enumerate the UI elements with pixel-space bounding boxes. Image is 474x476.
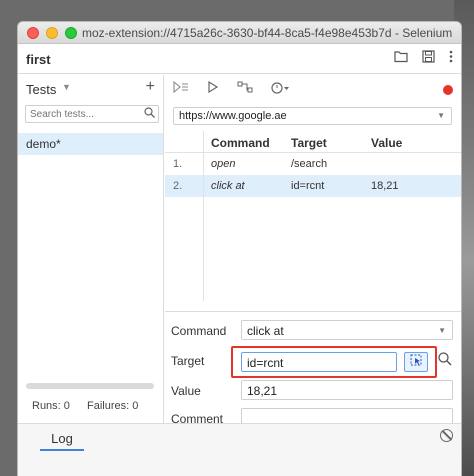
find-target-search-icon[interactable] [438, 352, 452, 370]
tests-sidebar: Tests ▼ + demo* Runs: 0 Failures: 0 [18, 75, 164, 423]
tests-dropdown-label[interactable]: Tests [26, 82, 56, 97]
minimize-window-button[interactable] [46, 27, 58, 39]
save-project-icon[interactable] [422, 50, 435, 66]
speed-timer-icon[interactable] [271, 81, 289, 97]
row-command: click at [211, 180, 245, 192]
project-bar: first [18, 44, 461, 74]
sidebar-header: Tests ▼ + [18, 75, 163, 101]
table-row-selected[interactable]: 2. click at id=rcnt 18,21 [165, 175, 461, 197]
row-index: 2. [173, 180, 183, 192]
commands-table: Command Target Value 1. open /search 2. … [165, 131, 461, 197]
open-project-icon[interactable] [394, 50, 408, 66]
row-index: 1. [173, 158, 183, 170]
more-options-icon[interactable] [449, 50, 453, 66]
base-url-select[interactable]: https://www.google.ae ▼ [173, 107, 452, 125]
test-item-demo[interactable]: demo* [18, 133, 163, 155]
value-label: Value [171, 384, 201, 398]
record-button[interactable] [443, 85, 453, 95]
clear-log-icon[interactable] [440, 429, 453, 442]
target-value: id=rcnt [247, 356, 284, 370]
table-row[interactable]: 1. open /search [165, 153, 461, 175]
select-target-button[interactable] [404, 352, 428, 372]
step-over-icon[interactable] [237, 81, 253, 97]
close-window-button[interactable] [27, 27, 39, 39]
chevron-down-icon: ▼ [438, 326, 446, 335]
search-tests-input[interactable] [26, 106, 138, 123]
target-input[interactable]: id=rcnt [241, 352, 397, 372]
command-select[interactable]: click at ▼ [241, 320, 453, 340]
zoom-window-button[interactable] [65, 27, 77, 39]
title-bar: moz-extension://4715a26c-3630-bf44-8ca5-… [18, 22, 461, 44]
window-title: moz-extension://4715a26c-3630-bf44-8ca5-… [82, 26, 455, 40]
row-target: /search [291, 158, 328, 170]
playback-toolbar [165, 75, 461, 103]
target-label: Target [171, 354, 205, 368]
search-tests-box [25, 105, 159, 123]
run-test-icon[interactable] [207, 80, 219, 97]
command-editor: Command click at ▼ Target id=rcnt Value … [165, 311, 461, 426]
project-name[interactable]: first [26, 52, 51, 67]
row-command: open [211, 158, 236, 170]
add-test-button[interactable]: + [146, 78, 155, 96]
search-icon [144, 107, 155, 121]
column-header-command: Command [211, 136, 270, 150]
column-header-value: Value [371, 136, 403, 150]
column-header-target: Target [291, 136, 327, 150]
run-status: Runs: 0 Failures: 0 [32, 400, 152, 412]
value-value: 18,21 [247, 384, 278, 398]
runs-count: Runs: 0 [32, 400, 70, 412]
command-label: Command [171, 324, 227, 338]
chevron-down-icon: ▼ [437, 111, 445, 120]
comment-input[interactable] [241, 408, 453, 424]
selenium-ide-window: moz-extension://4715a26c-3630-bf44-8ca5-… [18, 22, 461, 476]
window-controls [27, 27, 77, 39]
row-target: id=rcnt [291, 180, 325, 192]
run-all-tests-icon[interactable] [173, 80, 189, 97]
log-panel: Log [18, 423, 461, 476]
project-actions [394, 50, 453, 66]
sidebar-scrollbar[interactable] [26, 383, 154, 389]
row-value: 18,21 [371, 180, 399, 192]
table-header: Command Target Value [165, 131, 461, 153]
command-value: click at [247, 324, 284, 338]
failures-count: Failures: 0 [86, 400, 139, 412]
chevron-down-icon[interactable]: ▼ [62, 82, 71, 92]
value-input[interactable]: 18,21 [241, 380, 453, 400]
base-url-value: https://www.google.ae [179, 110, 287, 122]
tab-log[interactable]: Log [40, 431, 84, 451]
test-editor-panel: https://www.google.ae ▼ Command Target V… [165, 75, 461, 426]
column-divider [203, 131, 204, 301]
